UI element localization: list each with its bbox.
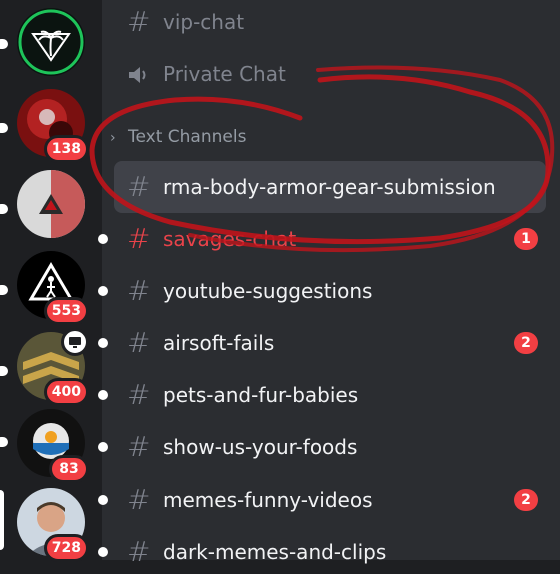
unread-pill xyxy=(0,366,8,376)
channel-name: Private Chat xyxy=(163,62,286,86)
channel-name: airsoft-fails xyxy=(163,331,275,355)
server-icon-palm-tree[interactable] xyxy=(17,8,85,76)
channel-list: # vip-chat Private Chat › Text Channels #… xyxy=(98,0,560,568)
channel-savages-chat[interactable]: # savages-chat 1 xyxy=(98,217,560,261)
channel-private-chat[interactable]: Private Chat xyxy=(102,52,560,96)
hashtag-icon: # xyxy=(127,378,151,411)
server-icon-warning-sign[interactable]: 553 xyxy=(17,251,89,325)
channel-vip-chat[interactable]: # vip-chat xyxy=(102,0,560,44)
channel-youtube-suggestions[interactable]: # youtube-suggestions xyxy=(98,269,560,313)
server-icon-triangle-logo[interactable] xyxy=(17,170,85,238)
hashtag-icon: # xyxy=(127,535,151,568)
hashtag-icon: # xyxy=(127,170,151,203)
hashtag-icon: # xyxy=(127,430,151,463)
unread-dot xyxy=(98,390,108,400)
unread-pill xyxy=(0,437,8,447)
unread-dot xyxy=(98,286,108,296)
mention-count-badge: 1 xyxy=(514,228,538,250)
channel-dark-memes-and-clips[interactable]: # dark-memes-and-clips xyxy=(98,530,560,574)
unread-pill xyxy=(0,204,8,214)
channel-name: vip-chat xyxy=(163,10,245,34)
category-text-channels[interactable]: › Text Channels xyxy=(110,125,246,149)
mention-count-badge: 2 xyxy=(514,332,538,354)
channel-name: memes-funny-videos xyxy=(163,488,373,512)
unread-count-badge: 138 xyxy=(43,135,89,163)
triangle-logo-icon xyxy=(17,170,85,238)
channel-show-us-your-foods[interactable]: # show-us-your-foods xyxy=(98,425,560,469)
server-icon-chevron-patch[interactable]: 400 xyxy=(17,328,89,406)
unread-count-badge: 83 xyxy=(49,455,89,483)
screen-share-icon xyxy=(61,328,89,356)
unread-dot xyxy=(98,338,108,348)
palm-tree-icon xyxy=(17,8,85,76)
unread-count-badge: 553 xyxy=(43,297,89,325)
unread-dot xyxy=(98,234,108,244)
unread-dot xyxy=(98,495,108,505)
hashtag-icon: # xyxy=(127,483,151,516)
unread-pill xyxy=(0,123,8,133)
hashtag-icon: # xyxy=(127,274,151,307)
voice-speaker-icon xyxy=(127,64,151,84)
unread-pill xyxy=(0,39,8,49)
mention-count-badge: 2 xyxy=(514,489,538,511)
channel-rma-body-armor-gear-submission[interactable]: # rma-body-armor-gear-submission xyxy=(102,161,560,213)
channel-name: show-us-your-foods xyxy=(163,435,358,459)
unread-dot xyxy=(98,442,108,452)
channel-name: savages-chat xyxy=(163,227,297,251)
channel-name: rma-body-armor-gear-submission xyxy=(163,175,496,199)
hashtag-icon: # xyxy=(127,326,151,359)
server-icon-blue-emblem[interactable]: 83 xyxy=(17,409,89,483)
unread-count-badge: 728 xyxy=(43,534,89,562)
chevron-right-icon: › xyxy=(110,130,116,146)
channel-name: dark-memes-and-clips xyxy=(163,540,387,564)
selected-server-indicator xyxy=(0,490,4,550)
unread-dot xyxy=(98,547,108,557)
channel-pets-and-fur-babies[interactable]: # pets-and-fur-babies xyxy=(98,373,560,417)
category-label: Text Channels xyxy=(128,127,247,147)
channel-name: youtube-suggestions xyxy=(163,279,373,303)
channel-name: pets-and-fur-babies xyxy=(163,383,359,407)
channel-memes-funny-videos[interactable]: # memes-funny-videos 2 xyxy=(98,478,560,522)
hashtag-icon: # xyxy=(127,5,151,38)
unread-pill xyxy=(0,285,8,295)
server-rail: 138 553 400 83 728 xyxy=(0,0,102,562)
server-icon-profile-photo[interactable]: 728 xyxy=(17,488,89,562)
server-icon-red[interactable]: 138 xyxy=(17,89,89,163)
unread-count-badge: 400 xyxy=(43,378,89,406)
hashtag-icon: # xyxy=(127,222,151,255)
channel-airsoft-fails[interactable]: # airsoft-fails 2 xyxy=(98,321,560,365)
